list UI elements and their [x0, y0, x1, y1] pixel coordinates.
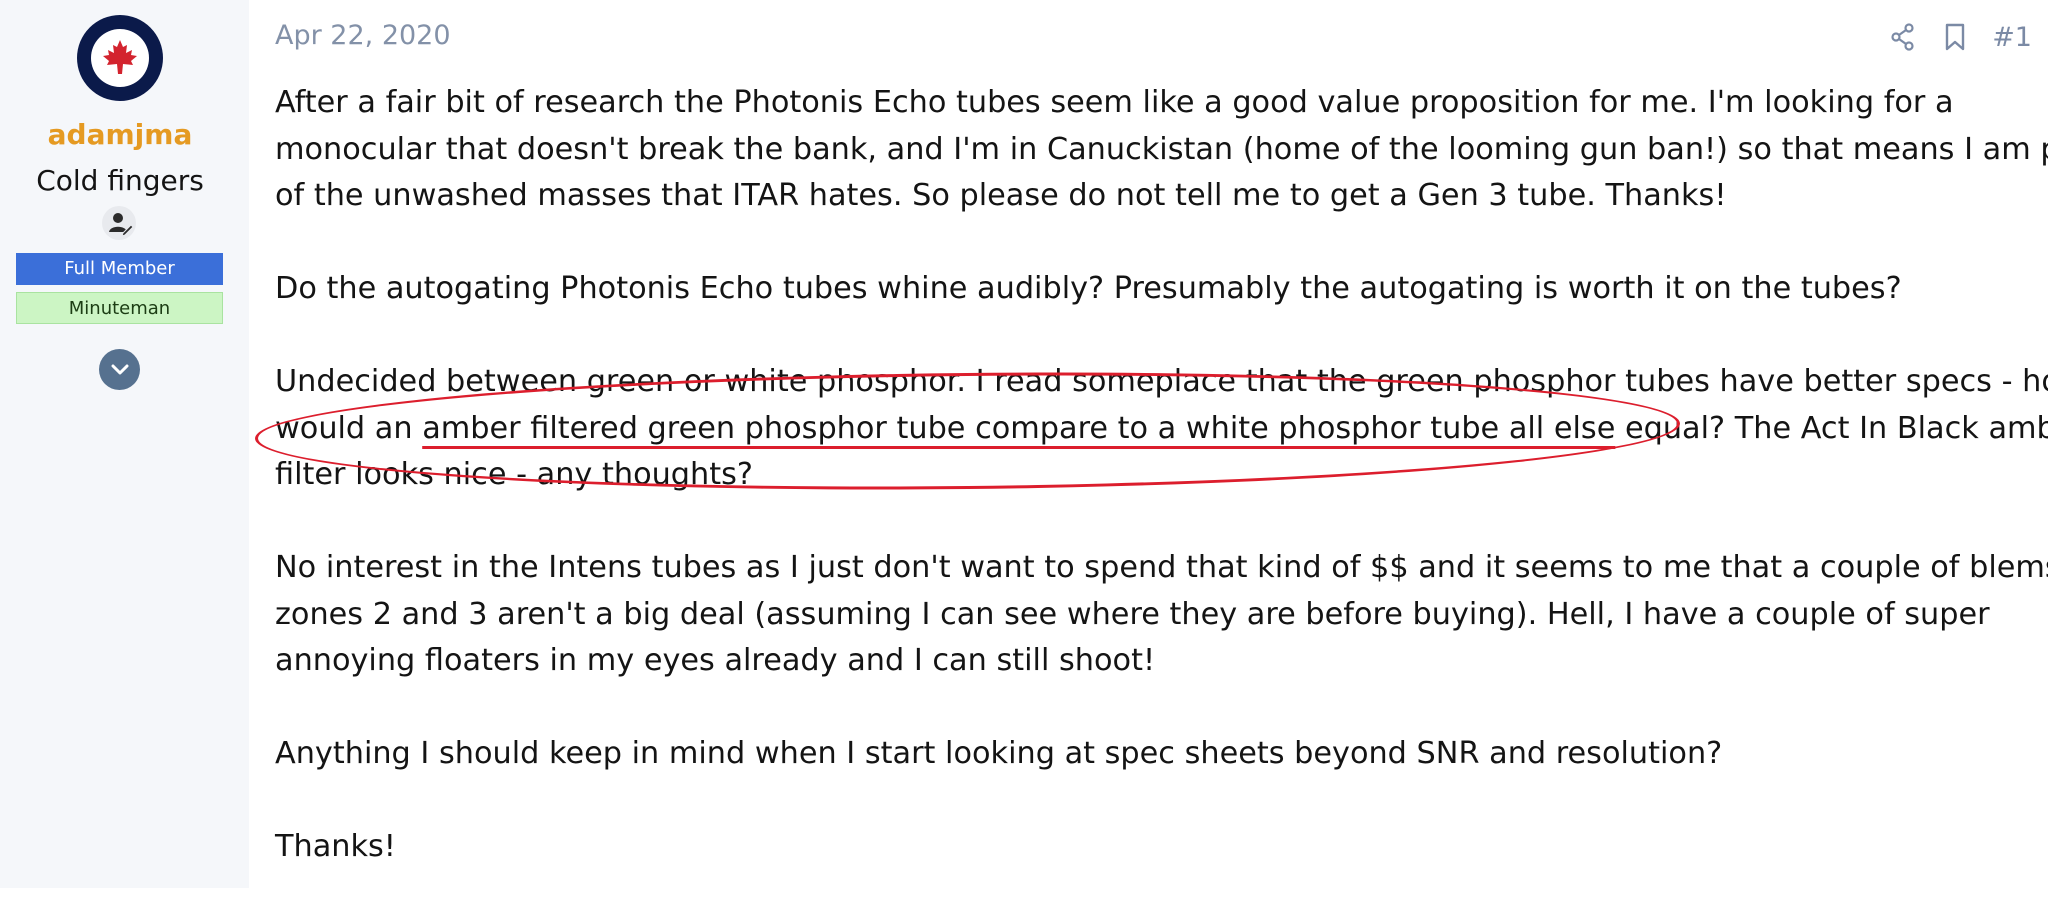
- person-edit-icon[interactable]: [102, 206, 136, 240]
- paragraph-intens: No interest in the Intens tubes as I jus…: [275, 545, 2048, 685]
- author-sidebar: adamjma Cold fingers Full Member Minutem…: [0, 0, 249, 888]
- username[interactable]: adamjma: [0, 118, 240, 151]
- text-line: Do the autogating Photonis Echo tubes wh…: [275, 271, 1902, 306]
- canada-roundel-icon: [91, 29, 149, 87]
- post-date[interactable]: Apr 22, 2020: [275, 20, 451, 51]
- paragraph-intro: After a fair bit of research the Photoni…: [275, 80, 2048, 220]
- text-line: No interest in the Intens tubes as I jus…: [275, 550, 2048, 585]
- post-body: After a fair bit of research the Photoni…: [275, 80, 2048, 917]
- expand-user-info-button[interactable]: [99, 349, 140, 390]
- text-line: filter looks nice - any thoughts?: [275, 457, 753, 492]
- text-line: of the unwashed masses that ITAR hates. …: [275, 178, 1727, 213]
- text-segment: equal? The Act In Black amber: [1615, 410, 2048, 446]
- text-line: After a fair bit of research the Photoni…: [275, 85, 1954, 120]
- badge-minuteman: Minuteman: [16, 292, 223, 324]
- underlined-question: amber filtered green phosphor tube compa…: [422, 410, 1616, 446]
- text-line: monocular that doesn't break the bank, a…: [275, 131, 2048, 167]
- text-segment: would an: [275, 410, 423, 446]
- chevron-down-icon: [111, 364, 128, 374]
- text-line: Anything I should keep in mind when I st…: [275, 736, 1723, 771]
- text-line: zones 2 and 3 aren't a big deal (assumin…: [275, 596, 1990, 632]
- post-actions: #1: [1888, 20, 2032, 54]
- paragraph-autogating: Do the autogating Photonis Echo tubes wh…: [275, 266, 2040, 313]
- text-line: Undecided between green or white phospho…: [275, 364, 2048, 399]
- post-number-link[interactable]: #1: [1992, 22, 2032, 53]
- share-icon[interactable]: [1888, 20, 1918, 54]
- text-line: annoying floaters in my eyes already and…: [275, 643, 1156, 678]
- paragraph-specs: Anything I should keep in mind when I st…: [275, 731, 2040, 778]
- paragraph-phosphor: Undecided between green or white phospho…: [275, 359, 2048, 499]
- user-title: Cold fingers: [36, 164, 204, 197]
- text-line: Thanks!: [275, 829, 396, 864]
- badge-full-member: Full Member: [16, 253, 223, 285]
- bookmark-icon[interactable]: [1940, 20, 1970, 54]
- user-avatar[interactable]: [77, 15, 163, 101]
- paragraph-thanks: Thanks!: [275, 824, 2040, 871]
